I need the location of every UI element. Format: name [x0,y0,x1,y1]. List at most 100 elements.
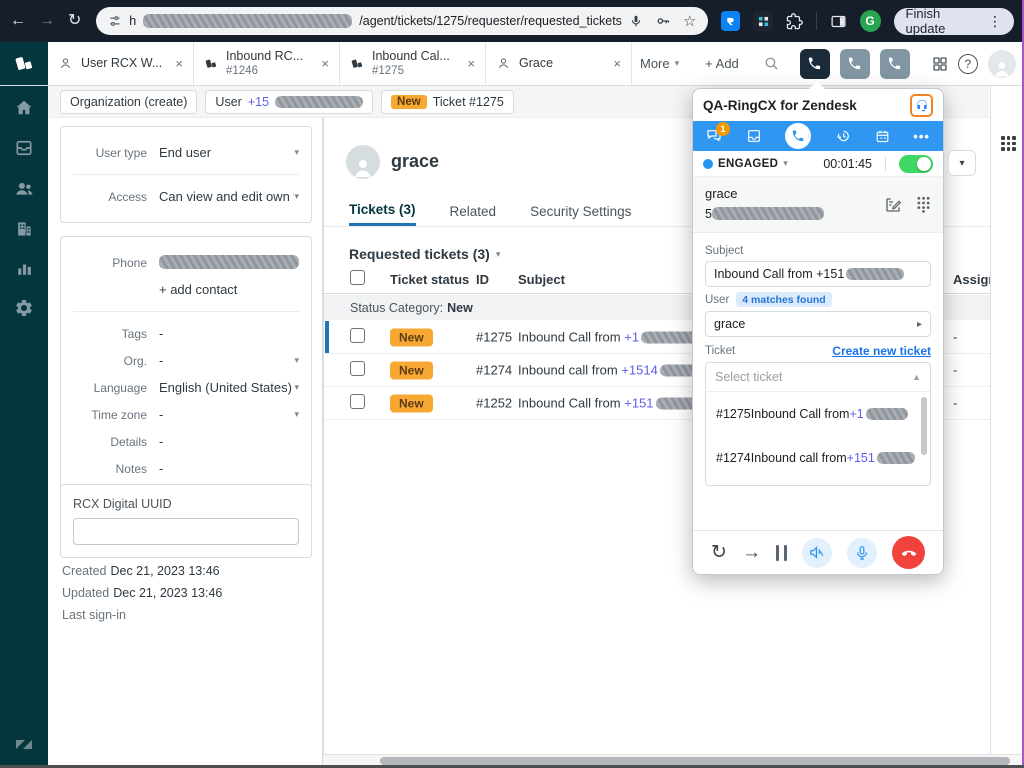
password-key-icon[interactable] [655,13,671,29]
row-checkbox[interactable] [350,361,365,379]
ticket-id[interactable]: #1274 [476,363,512,378]
more-icon[interactable]: ••• [913,129,930,144]
sidebar-item-reporting[interactable] [15,259,34,278]
extension-ringcentral-icon[interactable] [721,11,740,31]
phone-button-2[interactable] [840,49,870,79]
agent-status[interactable]: ENGAGED [718,158,778,170]
hold-call-icon[interactable] [776,545,787,561]
notes-icon[interactable] [884,196,902,214]
apps-grid-icon[interactable] [1001,136,1016,151]
sidebar-item-admin[interactable] [14,298,34,318]
mic-button[interactable] [847,538,877,568]
ticket-id[interactable]: #1252 [476,396,512,411]
inbox-icon[interactable] [746,128,762,144]
details-value[interactable]: - [159,434,299,449]
sidebar-item-customers[interactable] [14,178,35,199]
tab-tickets[interactable]: Tickets (3) [349,196,416,226]
add-contact-link[interactable]: + add contact [159,282,299,297]
add-button[interactable]: + Add [705,56,739,71]
tab-security-settings[interactable]: Security Settings [530,196,631,226]
tab-ticket-1246[interactable]: Inbound RC...#1246 × [194,42,340,85]
speaker-mute-button[interactable] [802,538,832,568]
refresh-call-icon[interactable]: ↻ [711,543,727,562]
agent-avatar[interactable] [988,50,1016,78]
chat-icon[interactable]: 1 [706,128,722,144]
close-icon[interactable]: × [321,56,329,71]
dialpad-icon[interactable] [916,196,931,213]
select-all-checkbox[interactable] [350,270,365,288]
chrome-profile-avatar[interactable]: G [860,10,881,32]
user-type-value: End user [159,145,294,160]
sidebar-item-organizations[interactable] [14,219,34,239]
create-ticket-link[interactable]: Create new ticket [832,344,931,358]
more-menu[interactable]: More▾ [640,56,679,71]
row-checkbox[interactable] [350,394,365,412]
chevron-down-icon[interactable]: ▾ [294,191,299,202]
matches-badge: 4 matches found [736,292,831,307]
ticket-option[interactable]: #1275 Inbound Call from +1 [706,392,930,436]
requested-tickets-header[interactable]: Requested tickets (3)▾ [349,246,500,262]
col-ticket-status: Ticket status [390,272,469,287]
list-scrollbar-thumb[interactable] [921,397,927,455]
chevron-down-icon[interactable]: ▾ [294,147,299,158]
breadcrumb-user[interactable]: User +15 [205,90,373,114]
browser-menu-kebab-icon[interactable]: ⋮ [988,13,1002,30]
row-checkbox[interactable] [350,328,365,346]
chevron-down-icon[interactable]: ▾ [294,355,299,366]
address-bar[interactable]: h /agent/tickets/1275/requester/requeste… [96,7,708,35]
notes-value[interactable]: - [159,461,299,476]
phone-tab-active-icon[interactable] [785,123,811,149]
availability-toggle[interactable] [899,155,933,173]
scrollbar-thumb[interactable] [380,757,1010,765]
site-settings-icon[interactable] [108,14,122,28]
close-icon[interactable]: × [613,56,621,71]
help-icon[interactable]: ? [958,54,978,74]
finish-update-button[interactable]: Finish update ⋮ [894,8,1014,35]
phone-button-3[interactable] [880,49,910,79]
close-icon[interactable]: × [175,56,183,71]
timezone-value[interactable]: - [159,407,294,422]
ringcx-phone-button-active[interactable] [800,49,830,79]
extensions-puzzle-icon[interactable] [786,13,803,30]
apps-grid-icon[interactable] [932,56,948,72]
breadcrumb-ticket[interactable]: New Ticket #1275 [381,90,514,114]
status-badge: New [390,329,433,347]
widget-collapse-button[interactable]: ▾ [948,150,976,176]
chevron-down-icon[interactable]: ▾ [294,382,299,393]
browser-back-icon[interactable]: ← [10,13,26,29]
headset-icon[interactable] [910,94,933,117]
zendesk-product-logo[interactable] [0,42,48,85]
breadcrumb-organization[interactable]: Organization (create) [60,90,197,114]
uuid-input[interactable] [73,518,299,545]
language-value[interactable]: English (United States) [159,380,294,395]
tab-related[interactable]: Related [450,196,497,226]
ticket-label: Ticket [705,345,735,357]
sidebar-item-views[interactable] [14,138,34,158]
extension-dark-icon[interactable] [753,11,772,31]
close-icon[interactable]: × [467,56,475,71]
tab-ticket-1275[interactable]: Inbound Cal...#1275 × [340,42,486,85]
browser-reload-icon[interactable]: ↻ [68,13,81,29]
org-value[interactable]: - [159,353,294,368]
tags-value[interactable]: - [159,326,299,341]
transfer-call-icon[interactable]: → [742,543,761,562]
user-select[interactable]: grace▸ [705,311,931,337]
history-icon[interactable] [835,128,851,144]
sidebar-item-home[interactable] [14,98,34,118]
ticket-id[interactable]: #1275 [476,330,512,345]
schedule-icon[interactable] [875,129,890,144]
ticket-select-header[interactable]: Select ticket ▲ [706,363,930,391]
subject-input[interactable]: Inbound Call from +151 [705,261,931,287]
chevron-down-icon[interactable]: ▾ [294,409,299,420]
tab-user-rcx[interactable]: User RCX W... × [48,42,194,85]
sidepanel-icon[interactable] [830,13,847,30]
search-icon[interactable] [763,55,780,72]
tab-user-grace[interactable]: Grace × [486,42,632,85]
browser-forward-icon[interactable]: → [39,13,55,29]
bookmark-star-icon[interactable]: ☆ [683,12,696,30]
caller-name: grace [705,186,870,201]
hangup-button[interactable] [892,536,925,569]
voice-search-icon[interactable] [629,14,643,28]
ticket-option[interactable]: #1274 Inbound call from +151 [706,436,930,480]
chevron-down-icon[interactable]: ▾ [783,158,788,169]
